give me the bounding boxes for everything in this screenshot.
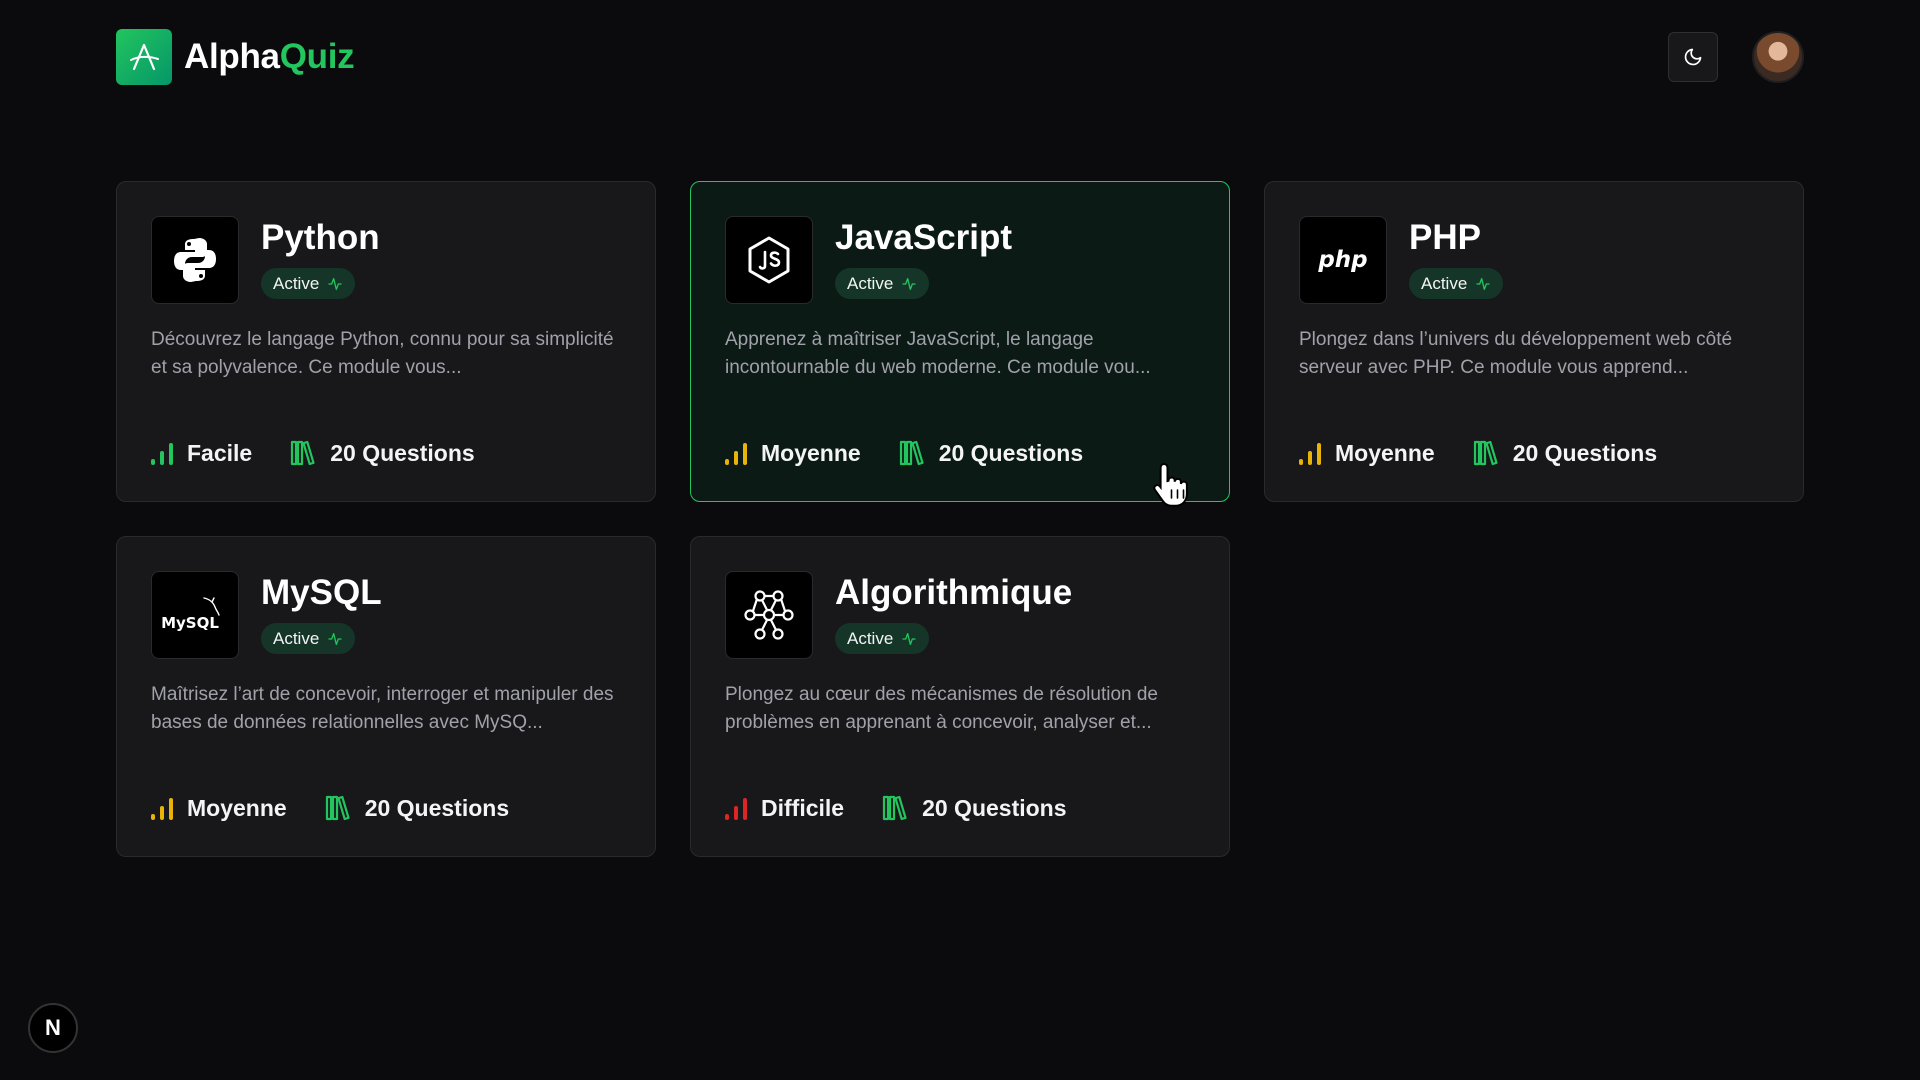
card-title: Python bbox=[261, 218, 380, 257]
question-count: 20 Questions bbox=[880, 794, 1067, 822]
nextjs-badge-label: N bbox=[45, 1015, 61, 1040]
library-icon bbox=[1473, 440, 1498, 466]
quiz-card-python[interactable]: Python Active Découvrez le langage Pytho… bbox=[116, 181, 656, 502]
signal-bars-icon bbox=[151, 796, 173, 820]
svg-text:php: php bbox=[1317, 247, 1367, 273]
difficulty-label: Moyenne bbox=[1335, 439, 1435, 466]
card-description: Découvrez le langage Python, connu pour … bbox=[151, 329, 614, 378]
status-badge: Active bbox=[835, 623, 930, 654]
card-title: JavaScript bbox=[835, 218, 1013, 257]
status-label: Active bbox=[847, 628, 894, 648]
nextjs-dev-badge[interactable]: N bbox=[28, 1003, 78, 1053]
difficulty-label: Facile bbox=[187, 439, 253, 466]
question-count: 20 Questions bbox=[288, 439, 475, 467]
difficulty-label: Difficile bbox=[761, 794, 845, 821]
question-count: 20 Questions bbox=[1471, 439, 1657, 467]
status-badge: Active bbox=[1409, 268, 1504, 299]
question-count-label: 20 Questions bbox=[922, 794, 1067, 821]
alpha-logo-icon bbox=[116, 29, 172, 85]
library-icon bbox=[899, 440, 924, 466]
difficulty-label: Moyenne bbox=[761, 439, 861, 466]
library-icon bbox=[325, 795, 350, 821]
signal-bars-icon bbox=[725, 441, 747, 465]
card-title: PHP bbox=[1409, 218, 1481, 257]
moon-icon bbox=[1684, 48, 1702, 66]
status-badge: Active bbox=[835, 268, 930, 299]
quiz-card-javascript[interactable]: JavaScript Active Apprenez à maîtriser J… bbox=[690, 181, 1230, 502]
quiz-card-algorithmique[interactable]: Algorithmique Active Plongez au cœur des… bbox=[690, 536, 1230, 857]
brand-name-part2: Quiz bbox=[279, 37, 355, 76]
quiz-grid: Python Active Découvrez le langage Pytho… bbox=[116, 181, 1804, 857]
javascript-icon bbox=[725, 216, 813, 304]
python-icon bbox=[151, 216, 239, 304]
difficulty: Moyenne bbox=[725, 440, 861, 467]
card-title: Algorithmique bbox=[835, 573, 1073, 612]
question-count-label: 20 Questions bbox=[938, 439, 1084, 466]
question-count: 20 Questions bbox=[323, 794, 509, 822]
quiz-card-php[interactable]: php PHP Active Plongez dans l’univers du… bbox=[1264, 181, 1804, 502]
quiz-card-mysql[interactable]: MySQL MySQL Active Maîtrisez l’art de co… bbox=[116, 536, 656, 857]
user-avatar[interactable] bbox=[1752, 31, 1804, 83]
question-count-label: 20 Questions bbox=[364, 794, 510, 821]
status-label: Active bbox=[1421, 273, 1468, 293]
difficulty: Moyenne bbox=[151, 795, 287, 822]
status-badge: Active bbox=[261, 268, 356, 299]
difficulty: Difficile bbox=[725, 795, 844, 822]
card-description: Plongez au cœur des mécanismes de résolu… bbox=[725, 684, 1159, 733]
signal-bars-icon bbox=[151, 441, 173, 465]
network-nodes-icon bbox=[725, 571, 813, 659]
status-label: Active bbox=[273, 273, 320, 293]
activity-icon bbox=[1476, 277, 1490, 290]
card-description: Plongez dans l’univers du développement … bbox=[1299, 329, 1733, 378]
status-label: Active bbox=[273, 628, 320, 648]
brand[interactable]: AlphaQuiz bbox=[116, 29, 355, 85]
php-icon: php bbox=[1299, 216, 1387, 304]
brand-name-part1: Alpha bbox=[184, 37, 280, 76]
question-count: 20 Questions bbox=[897, 439, 1083, 467]
status-label: Active bbox=[847, 273, 894, 293]
activity-icon bbox=[902, 632, 916, 645]
theme-toggle-button[interactable] bbox=[1668, 32, 1718, 82]
question-count-label: 20 Questions bbox=[330, 439, 475, 466]
activity-icon bbox=[902, 277, 916, 290]
card-description: Apprenez à maîtriser JavaScript, le lang… bbox=[725, 329, 1151, 378]
mysql-icon: MySQL bbox=[151, 571, 239, 659]
difficulty-label: Moyenne bbox=[187, 794, 287, 821]
question-count-label: 20 Questions bbox=[1512, 439, 1658, 466]
card-description: Maîtrisez l’art de concevoir, interroger… bbox=[151, 684, 614, 733]
signal-bars-icon bbox=[725, 796, 747, 820]
library-icon bbox=[291, 440, 315, 466]
activity-icon bbox=[328, 632, 342, 645]
status-badge: Active bbox=[261, 623, 356, 654]
app-header: AlphaQuiz bbox=[116, 29, 1804, 85]
brand-name: AlphaQuiz bbox=[184, 37, 355, 77]
card-title: MySQL bbox=[261, 573, 382, 612]
difficulty: Moyenne bbox=[1299, 440, 1435, 467]
library-icon bbox=[882, 795, 907, 821]
difficulty: Facile bbox=[151, 440, 252, 467]
signal-bars-icon bbox=[1299, 441, 1321, 465]
svg-text:MySQL: MySQL bbox=[161, 614, 219, 632]
activity-icon bbox=[328, 277, 342, 290]
